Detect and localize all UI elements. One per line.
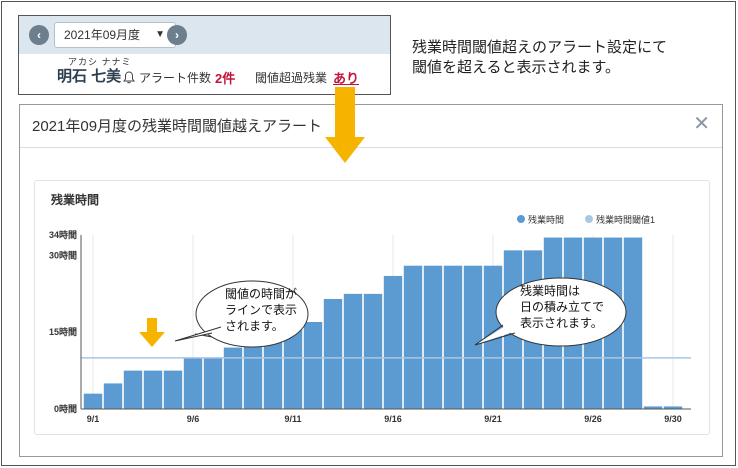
bar-day-14: [343, 293, 363, 409]
bar-day-4: [143, 370, 163, 409]
month-select-value: 2021年09月度: [64, 28, 141, 42]
threshold-overtime-link[interactable]: あり: [333, 68, 359, 87]
chart-panel: 残業時間 残業時間 残業時間閾値1 0時間 15時間 30時間 34時間 9/1 9/6…: [34, 180, 710, 435]
threshold-overtime-label: 閾値超過残業: [255, 71, 328, 85]
alert-modal: 2021年09月度の残業時間閾値越えアラート ✕ 残業時間 残業時間 残業時間閾…: [19, 104, 723, 457]
x-tick-label: 9/6: [187, 414, 200, 424]
bar-day-16: [383, 275, 403, 409]
threshold-callout: 閾値の時間が ラインで表示 されます。: [174, 280, 309, 348]
bar-day-7: [203, 357, 223, 409]
bar-day-1: [83, 393, 103, 409]
connector-arrow: [325, 87, 365, 163]
alert-count-value: 2件: [215, 71, 236, 86]
bar-day-15: [363, 293, 383, 409]
legend-label-overtime: 残業時間: [528, 214, 564, 225]
bar-day-8: [223, 347, 243, 409]
x-tick-label: 9/11: [284, 414, 301, 424]
y-tick-label: 34時間: [49, 229, 77, 240]
x-tick-label: 9/30: [664, 414, 682, 424]
legend-marker-overtime: [517, 215, 525, 223]
bar-day-17: [403, 265, 423, 409]
prev-month-button[interactable]: ‹: [29, 25, 49, 45]
y-tick-label: 0時間: [54, 403, 77, 414]
threshold-callout-line2: ラインで表示: [225, 303, 297, 317]
legend-marker-threshold: [585, 215, 593, 223]
overtime-chart: 残業時間 残業時間 残業時間閾値1 0時間 15時間 30時間 34時間 9/1 9/6…: [49, 192, 691, 424]
bar-day-20: [463, 265, 483, 409]
legend-label-threshold: 残業時間閾値1: [596, 214, 655, 225]
y-axis-labels: 0時間 15時間 30時間 34時間: [49, 229, 77, 414]
next-month-button[interactable]: ›: [167, 25, 187, 45]
bar-day-5: [163, 370, 183, 409]
alert-count-label: アラート件数: [139, 71, 212, 85]
threshold-callout-line1: 閾値の時間が: [225, 286, 297, 301]
top-annotation-line1: 残業時間閾値超えのアラート設定にて: [412, 39, 668, 56]
chevron-right-icon: ›: [175, 28, 179, 42]
bar-day-9: [243, 342, 263, 409]
y-tick-label: 30時間: [49, 249, 77, 260]
x-tick-label: 9/21: [484, 414, 502, 424]
bar-day-19: [443, 265, 463, 409]
x-tick-label: 9/26: [584, 414, 602, 424]
x-axis-labels: 9/1 9/6 9/11 9/16 9/21 9/26 9/30: [87, 414, 682, 424]
x-tick-label: 9/1: [87, 414, 100, 424]
modal-title: 2021年09月度の残業時間閾値越えアラート: [32, 118, 323, 135]
bar-day-3: [123, 370, 143, 409]
bar-day-2: [103, 383, 123, 409]
month-select[interactable]: 2021年09月度 ▼: [54, 22, 176, 48]
threshold-callout-line3: されます。: [225, 319, 284, 333]
chart-title: 残業時間: [51, 192, 99, 207]
y-tick-label: 15時間: [49, 326, 77, 337]
close-icon[interactable]: ✕: [693, 111, 710, 136]
caret-down-icon: ▼: [155, 29, 165, 40]
stacked-callout-line2: 日の積み立てで: [520, 299, 604, 314]
bar-day-18: [423, 265, 443, 409]
stacked-callout-line1: 残業時間は: [520, 284, 580, 298]
bar-day-28: [623, 237, 643, 409]
bell-icon: [123, 71, 135, 84]
bar-day-13: [323, 298, 343, 409]
chart-legend: 残業時間 残業時間閾値1: [517, 214, 655, 225]
stacked-callout-line3: 表示されます。: [520, 316, 603, 330]
threshold-pointer-arrow: [139, 318, 165, 347]
chevron-left-icon: ‹: [37, 28, 41, 42]
employee-summary-card: ‹ 2021年09月度 ▼ › アカシ ナナミ 明石 七美 アラート件数 2件 …: [18, 15, 391, 95]
modal-divider: [20, 147, 722, 148]
x-tick-label: 9/16: [384, 414, 402, 424]
top-annotation-line2: 閾値を超えると表示されます。: [412, 59, 621, 76]
bar-day-6: [183, 357, 203, 409]
screenshot-frame: ‹ 2021年09月度 ▼ › アカシ ナナミ 明石 七美 アラート件数 2件 …: [1, 1, 736, 466]
employee-name: 明石 七美: [57, 68, 122, 85]
top-annotation: 残業時間閾値超えのアラート設定にて 閾値を超えると表示されます。: [412, 38, 667, 78]
bar-day-12: [303, 322, 323, 409]
